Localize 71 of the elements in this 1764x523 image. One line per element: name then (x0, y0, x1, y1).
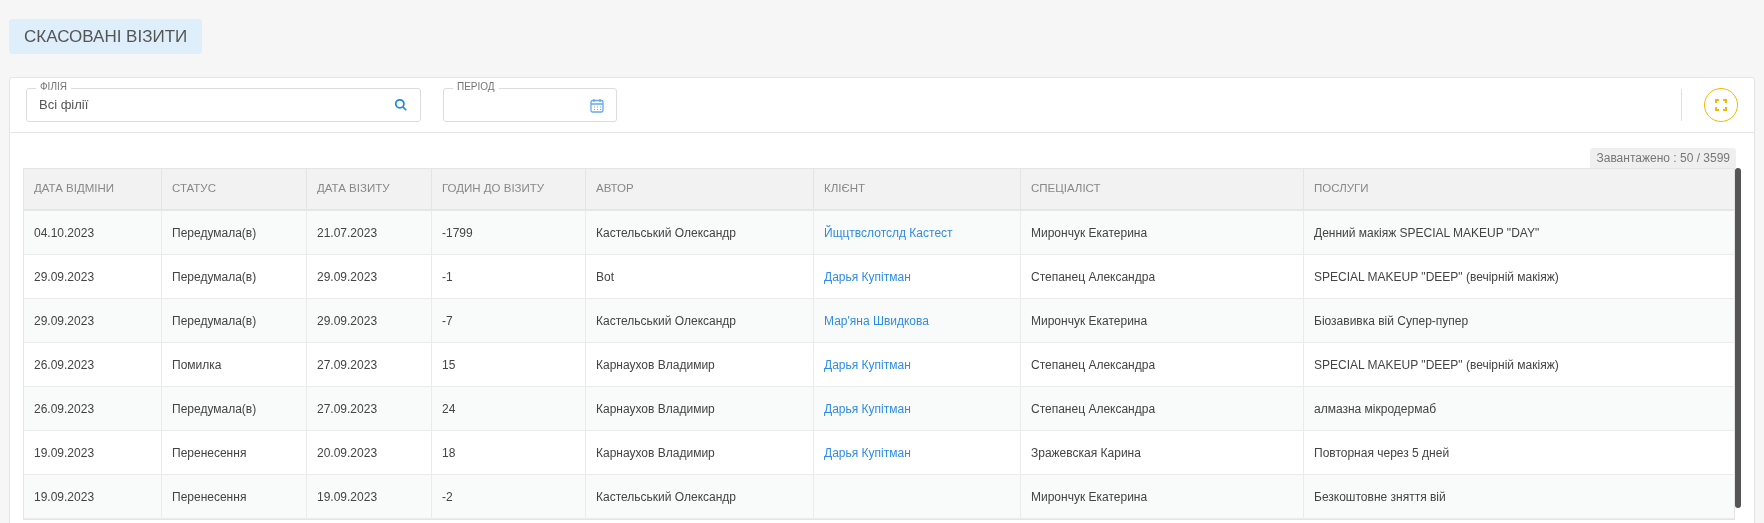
loaded-count: Завантажено : 50 / 3599 (1590, 148, 1736, 168)
column-header: ПОСЛУГИ (1313, 181, 1370, 197)
table-cell-text: Біозавивка вій Супер-пупер (1314, 312, 1469, 330)
table-cell-text: -7 (442, 312, 453, 330)
table-cell-text: 19.09.2023 (34, 444, 95, 462)
table-cell-text: 18 (442, 444, 456, 462)
table-cell-text: Безкоштовне зняття вій (1314, 488, 1446, 506)
calendar-icon[interactable] (590, 97, 604, 113)
table-cell-text: 29.09.2023 (317, 312, 378, 330)
column-header: СТАТУС (162, 169, 307, 209)
table-cell-text: 26.09.2023 (34, 400, 95, 418)
table-cell-text: 19.09.2023 (317, 488, 378, 506)
client-link[interactable]: Мар'яна Швидкова (824, 311, 929, 330)
table-cell-text: Степанец Александра (1031, 356, 1156, 374)
table-cell-text: 15 (442, 356, 456, 374)
page-title: СКАСОВАНІ ВІЗИТИ (9, 19, 203, 54)
table-cell-text: Кастельський Олександр (596, 488, 737, 506)
table-cell-text: Помилка (172, 356, 222, 374)
table-cell-text: -2 (442, 488, 453, 506)
client-link[interactable]: Дарья Купітман (824, 443, 911, 462)
column-header: АВТОР (586, 169, 814, 209)
client-link[interactable]: Йщцтвслотслд Кастест (824, 223, 953, 242)
table-cell-text: Передумала(в) (172, 268, 257, 286)
client-link[interactable]: Дарья Купітман (824, 355, 911, 374)
client-link[interactable]: Дарья Купітман (824, 399, 911, 418)
table-cell-text: Зражевская Карина (1031, 444, 1141, 462)
table-cell-text: Кастельський Олександр (596, 224, 737, 242)
table-cell-text: 29.09.2023 (317, 268, 378, 286)
table-cell-text: 27.09.2023 (317, 400, 378, 418)
expand-icon (1715, 99, 1727, 111)
table-cell-text: -1 (442, 268, 453, 286)
column-header: ДАТА ВІДМІНИ (24, 169, 162, 209)
table-cell-text: 24 (442, 400, 456, 418)
table-cell-text: Карнаухов Владимир (596, 356, 715, 374)
client-link[interactable]: Дарья Купітман (824, 267, 911, 286)
table-cell-text: Передумала(в) (172, 224, 257, 242)
table-cell-text: Кастельський Олександр (596, 312, 737, 330)
table-cell-text: Мирончук Екатерина (1031, 488, 1148, 506)
table-cell-text: -1799 (442, 224, 473, 242)
table-cell-text: 21.07.2023 (317, 224, 378, 242)
table-cell-text: Перенесення (172, 488, 247, 506)
table-cell-text: 20.09.2023 (317, 444, 378, 462)
table-cell-text: Bot (596, 268, 614, 286)
table-cell-text: 04.10.2023 (34, 224, 95, 242)
table-cell-text: Денний макіяж SPECIAL MAKEUP "DAY" (1314, 224, 1540, 242)
scrollbar[interactable] (1735, 168, 1741, 508)
table-cell-text: алмазна мікродермаб (1314, 400, 1436, 418)
table-cell-text: 29.09.2023 (34, 312, 95, 330)
table-cell-text: Мирончук Екатерина (1031, 312, 1148, 330)
table-cell-text: Мирончук Екатерина (1031, 224, 1148, 242)
table-cell-text: Степанец Александра (1031, 400, 1156, 418)
table-cell-text: 26.09.2023 (34, 356, 95, 374)
table-cell-text: 29.09.2023 (34, 268, 95, 286)
column-header: ДАТА ВІЗИТУ (307, 169, 432, 209)
table-cell-text: Карнаухов Владимир (596, 444, 715, 462)
search-icon[interactable] (394, 98, 408, 112)
table-cell-text: Перенесення (172, 444, 247, 462)
table-cell-text: SPECIAL MAKEUP "DEEP" (вечірній макіяж) (1314, 268, 1559, 286)
table-cell-text: Степанец Александра (1031, 268, 1156, 286)
table-cell-text: 27.09.2023 (317, 356, 378, 374)
table-cell-text: Повторная через 5 дней (1314, 444, 1450, 462)
column-header: ГОДИН ДО ВІЗИТУ (432, 169, 586, 209)
table-cell-text: SPECIAL MAKEUP "DEEP" (вечірній макіяж) (1314, 356, 1559, 374)
table-cell-text: Передумала(в) (172, 312, 257, 330)
field-value: Всі філії (39, 96, 90, 115)
field-label: ПЕРІОД (453, 80, 499, 94)
table-cell-text: Карнаухов Владимир (596, 400, 715, 418)
table-cell-text: 19.09.2023 (34, 488, 95, 506)
column-header: СПЕЦІАЛІСТ (1021, 169, 1304, 209)
table-cell-text: Передумала(в) (172, 400, 257, 418)
column-header: КЛІЄНТ (814, 169, 1021, 209)
